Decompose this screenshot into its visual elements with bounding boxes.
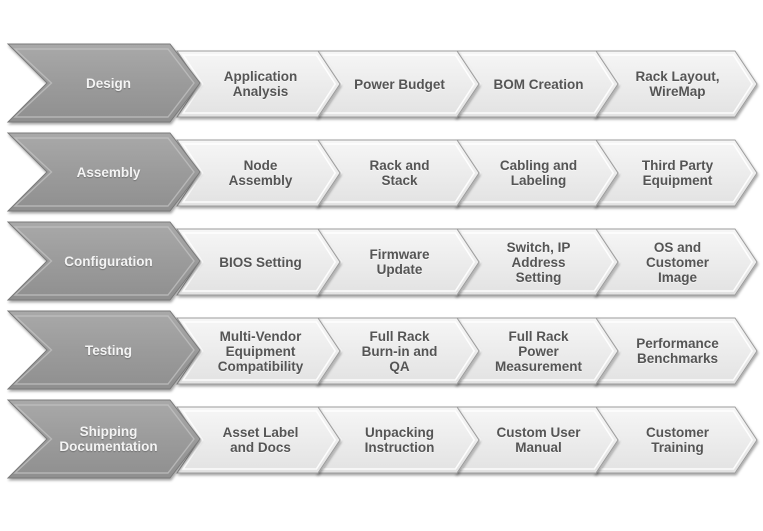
chevron-canvas bbox=[6, 43, 758, 479]
step-chevron-shape bbox=[176, 139, 341, 207]
stage-chevron-shape bbox=[6, 43, 201, 123]
step-chevron bbox=[176, 406, 341, 474]
step-chevron-shape bbox=[176, 317, 341, 385]
stage-chevron-shape bbox=[6, 132, 201, 212]
stage-chevron-shape bbox=[6, 221, 201, 301]
stage-chevron-shape bbox=[6, 399, 201, 479]
step-chevron-shape bbox=[176, 228, 341, 296]
step-chevron bbox=[176, 139, 341, 207]
process-flow-diagram: Rack Layout, WireMap BOM Creation Power Bu… bbox=[0, 0, 763, 531]
step-chevron bbox=[176, 50, 341, 118]
stage-chevron bbox=[6, 310, 201, 390]
stage-chevron bbox=[6, 43, 201, 123]
step-chevron bbox=[176, 228, 341, 296]
stage-chevron bbox=[6, 399, 201, 479]
stage-chevron bbox=[6, 221, 201, 301]
step-chevron-shape bbox=[176, 406, 341, 474]
stage-chevron-shape bbox=[6, 310, 201, 390]
step-chevron-shape bbox=[176, 50, 341, 118]
step-chevron bbox=[176, 317, 341, 385]
stage-chevron bbox=[6, 132, 201, 212]
